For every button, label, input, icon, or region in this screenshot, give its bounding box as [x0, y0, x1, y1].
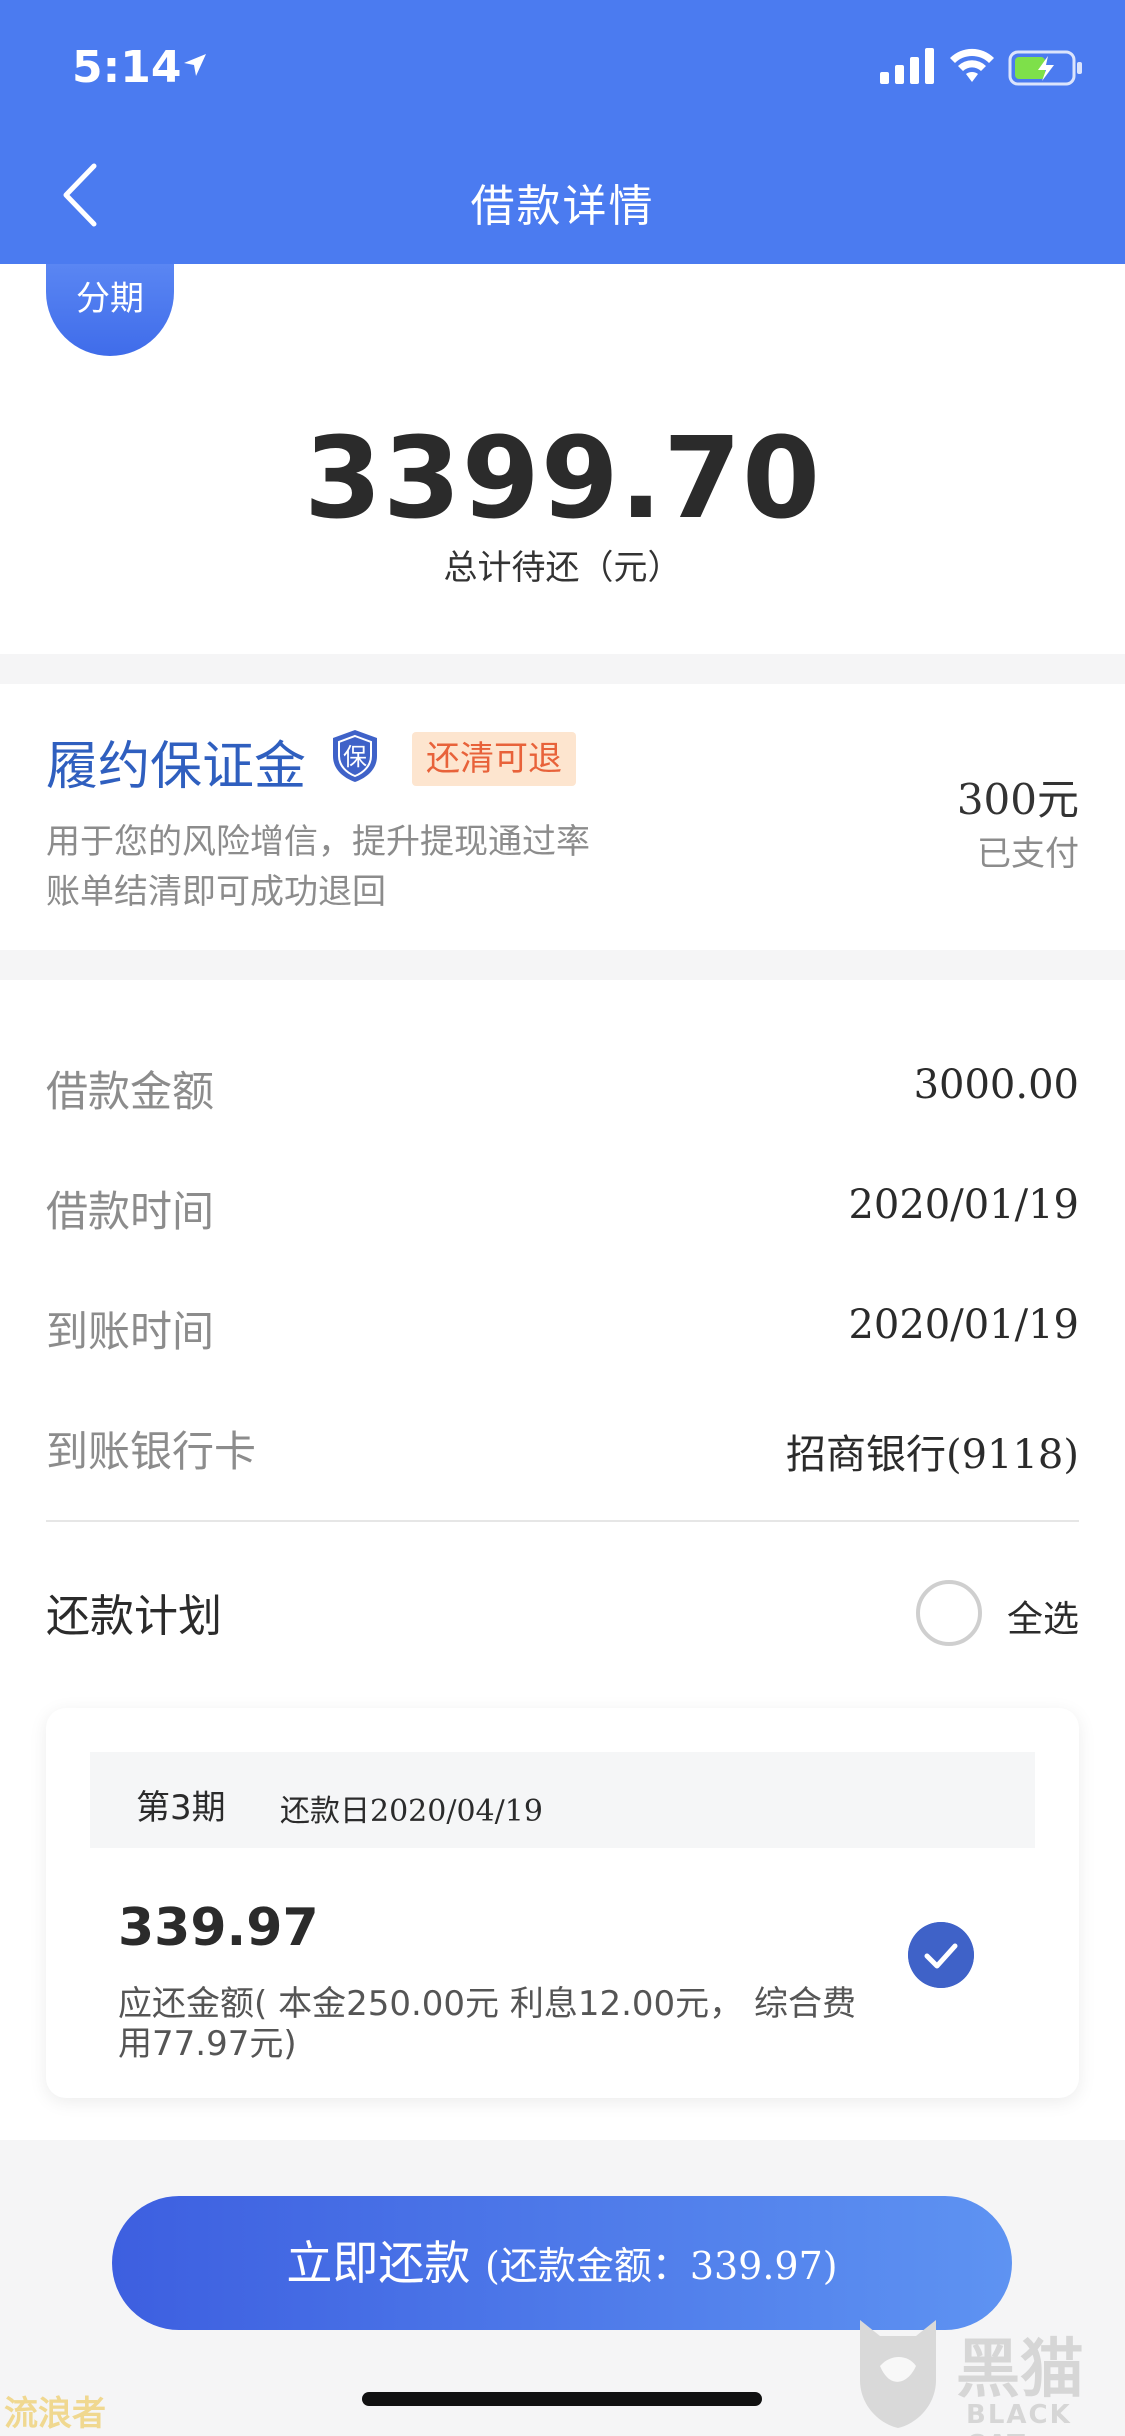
watermark-left: 流浪者 [4, 2394, 106, 2434]
installment-description: 应还金额( 本金250.00元 利息12.00元， 综合费用77.97元) [118, 1984, 856, 2064]
deposit-amount: 300元 [956, 775, 1079, 824]
wifi-icon [950, 48, 994, 82]
detail-row: 借款金额 3000.00 [46, 1058, 1079, 1118]
page-title: 借款详情 [470, 181, 655, 232]
deposit-description-line1: 用于您的风险增信，提升提现通过率 [46, 822, 590, 862]
detail-value: 招商银行(9118) [785, 1432, 1079, 1478]
detail-label: 借款金额 [46, 1067, 215, 1116]
total-due-amount: 3399.70 [303, 414, 822, 544]
installment-card[interactable]: 第3期 还款日2020/04/19 339.97 应还金额( 本金250.00元… [46, 1708, 1079, 2098]
detail-value: 2020/01/19 [848, 1302, 1079, 1348]
loan-summary: 分期 3399.70 总计待还（元） [0, 264, 1125, 654]
detail-row: 到账银行卡 招商银行(9118) [46, 1418, 1079, 1478]
divider [46, 1520, 1079, 1522]
installment-amount: 339.97 [118, 1898, 319, 1958]
installment-due-date: 还款日2020/04/19 [280, 1794, 543, 1829]
detail-value: 3000.00 [913, 1062, 1079, 1108]
loan-details: 借款金额 3000.00 借款时间 2020/01/19 到账时间 2020/0… [0, 980, 1125, 2140]
detail-row: 借款时间 2020/01/19 [46, 1178, 1079, 1238]
detail-label: 借款时间 [46, 1187, 215, 1236]
shield-icon: 保 [333, 730, 377, 782]
status-time: 5:14 [72, 42, 182, 93]
deposit-status: 已支付 [977, 834, 1079, 874]
watermark-right-en: BLACK CAT [966, 2400, 1072, 2436]
deposit-description-line2: 账单结清即可成功退回 [46, 872, 386, 912]
repayment-plan-title: 还款计划 [46, 1591, 222, 1642]
detail-value: 2020/01/19 [848, 1182, 1079, 1228]
detail-row: 到账时间 2020/01/19 [46, 1298, 1079, 1358]
svg-text:保: 保 [343, 743, 367, 771]
home-indicator [362, 2392, 762, 2406]
repay-now-label: 立即还款 [286, 2236, 471, 2290]
detail-label: 到账银行卡 [46, 1427, 257, 1476]
watermark-right-cn: 黑猫 [956, 2333, 1084, 2407]
select-all-label[interactable]: 全选 [1007, 1590, 1079, 1642]
location-arrow-icon [184, 54, 206, 76]
installment-header: 第3期 还款日2020/04/19 [90, 1752, 1035, 1848]
detail-label: 到账时间 [46, 1307, 215, 1356]
battery-charging-icon [1008, 50, 1082, 86]
cat-logo-icon [860, 2320, 936, 2428]
total-due-label: 总计待还（元） [443, 548, 682, 588]
cellular-signal-icon [880, 48, 934, 84]
installment-badge: 分期 [46, 264, 174, 356]
installment-period: 第3期 [136, 1788, 226, 1828]
checkmark-selected-icon[interactable] [908, 1922, 974, 1988]
deposit-card: 履约保证金 保 还清可退 用于您的风险增信，提升提现通过率 账单结清即可成功退回… [0, 684, 1125, 950]
refundable-tag: 还清可退 [412, 732, 576, 786]
repay-amount-label: (还款金额：339.97) [485, 2244, 838, 2288]
select-all-radio-icon[interactable] [916, 1580, 982, 1646]
deposit-title: 履约保证金 [46, 737, 307, 797]
app-header: 5:14 借款详情 [0, 0, 1125, 264]
